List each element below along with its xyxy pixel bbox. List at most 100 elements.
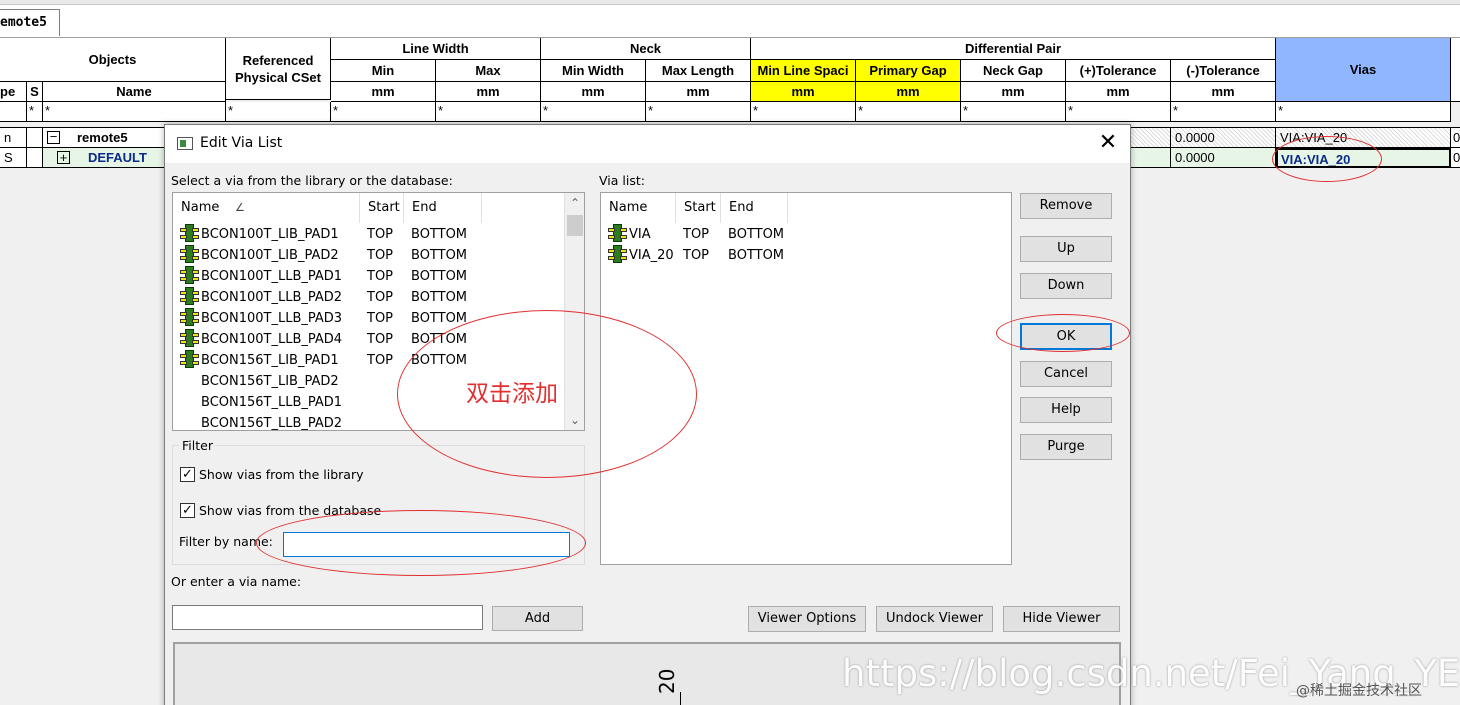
- via-name-input[interactable]: [172, 605, 483, 630]
- header-neck-gap: Neck Gap: [961, 60, 1066, 82]
- filter-min-line-spacing[interactable]: *: [751, 102, 856, 122]
- viewer-options-button[interactable]: Viewer Options: [748, 606, 866, 632]
- via-start: TOP: [683, 248, 710, 263]
- via-start: TOP: [367, 290, 394, 305]
- via-start: TOP: [367, 332, 394, 347]
- filter-vias[interactable]: *: [1276, 102, 1451, 122]
- via-end: BOTTOM: [411, 290, 468, 305]
- or-enter-label: Or enter a via name:: [171, 574, 302, 589]
- via-start: TOP: [367, 353, 394, 368]
- via-end: BOTTOM: [411, 269, 468, 284]
- filter-s[interactable]: *: [27, 102, 43, 122]
- down-button[interactable]: Down: [1020, 273, 1112, 299]
- close-icon[interactable]: ✕: [1095, 131, 1121, 157]
- lib-header-end[interactable]: End: [404, 193, 482, 223]
- via-end: BOTTOM: [728, 227, 785, 242]
- via-rows: VIA TOP BOTTOM VIA_20 TOP BOTTOM: [601, 224, 1011, 284]
- row-minus-tolerance[interactable]: 0.0000: [1171, 148, 1276, 168]
- row-next: 0: [1451, 148, 1460, 168]
- via-start: TOP: [367, 311, 394, 326]
- add-button[interactable]: Add: [492, 606, 583, 631]
- remove-button[interactable]: Remove: [1020, 193, 1112, 219]
- filter-referenced[interactable]: *: [226, 102, 331, 122]
- via-pad-icon: [180, 266, 199, 284]
- via-pad-icon: [608, 245, 627, 263]
- scroll-thumb[interactable]: [567, 215, 583, 236]
- hide-viewer-button[interactable]: Hide Viewer: [1003, 606, 1120, 632]
- select-via-label: Select a via from the library or the dat…: [171, 173, 453, 188]
- via-name: BCON100T_LLB_PAD1: [201, 269, 343, 284]
- via-name: BCON100T_LIB_PAD2: [201, 248, 339, 263]
- list-item[interactable]: BCON100T_LLB_PAD2 TOP BOTTOM: [173, 287, 565, 308]
- via-header-start[interactable]: Start: [676, 193, 721, 223]
- unit-plus-tolerance: mm: [1066, 82, 1171, 102]
- filter-min[interactable]: *: [331, 102, 436, 122]
- list-item[interactable]: VIA_20 TOP BOTTOM: [601, 245, 1011, 266]
- row-name-text: remote5: [77, 130, 128, 145]
- unit-min-width: mm: [541, 82, 646, 102]
- expand-icon[interactable]: +: [57, 151, 70, 164]
- unit-primary-gap: mm: [856, 82, 961, 102]
- via-name: VIA_20: [629, 248, 674, 263]
- lib-header-start[interactable]: Start: [360, 193, 404, 223]
- filter-minus-tolerance[interactable]: *: [1171, 102, 1276, 122]
- list-item[interactable]: BCON100T_LIB_PAD1 TOP BOTTOM: [173, 224, 565, 245]
- row-s[interactable]: [27, 128, 43, 148]
- via-end: BOTTOM: [411, 227, 468, 242]
- dialog-title: Edit Via List: [200, 135, 283, 151]
- filter-primary-gap[interactable]: *: [856, 102, 961, 122]
- header-type: pe: [0, 82, 27, 102]
- filter-type[interactable]: [0, 102, 27, 122]
- up-button[interactable]: Up: [1020, 236, 1112, 262]
- undock-viewer-button[interactable]: Undock Viewer: [876, 606, 993, 632]
- help-button[interactable]: Help: [1020, 397, 1112, 423]
- list-item[interactable]: BCON100T_LLB_PAD1 TOP BOTTOM: [173, 266, 565, 287]
- via-start: TOP: [367, 248, 394, 263]
- header-max-length: Max Length: [646, 60, 751, 82]
- via-end: BOTTOM: [728, 248, 785, 263]
- top-strip: [0, 0, 1460, 5]
- row-s[interactable]: [27, 148, 43, 168]
- cancel-button[interactable]: Cancel: [1020, 361, 1112, 387]
- list-item[interactable]: VIA TOP BOTTOM: [601, 224, 1011, 245]
- filter-max[interactable]: *: [436, 102, 541, 122]
- filter-min-width[interactable]: *: [541, 102, 646, 122]
- lib-header-name[interactable]: Name ∠: [173, 193, 360, 223]
- via-pad-icon: [180, 245, 199, 263]
- collapse-icon[interactable]: −: [47, 130, 60, 144]
- show-database-checkbox[interactable]: ✓: [180, 503, 195, 518]
- row-minus-tolerance[interactable]: 0.0000: [1171, 128, 1276, 148]
- header-min-width: Min Width: [541, 60, 646, 82]
- filter-plus-tolerance[interactable]: *: [1066, 102, 1171, 122]
- via-start: TOP: [367, 269, 394, 284]
- via-pad-icon: [180, 308, 199, 326]
- show-library-label: Show vias from the library: [199, 467, 364, 482]
- row-next: 0: [1451, 128, 1460, 148]
- sort-icon: ∠: [235, 201, 245, 214]
- header-line-width: Line Width: [331, 38, 541, 60]
- via-header-end[interactable]: End: [721, 193, 788, 223]
- list-item[interactable]: BCON100T_LIB_PAD2 TOP BOTTOM: [173, 245, 565, 266]
- show-library-checkbox[interactable]: ✓: [180, 467, 195, 482]
- header-vias[interactable]: Vias: [1276, 38, 1451, 102]
- header-s: S: [27, 82, 43, 102]
- via-name: BCON100T_LLB_PAD2: [201, 290, 343, 305]
- unit-minus-tolerance: mm: [1171, 82, 1276, 102]
- via-name: BCON156T_LLB_PAD2: [201, 416, 343, 431]
- via-header-name[interactable]: Name: [601, 193, 676, 223]
- watermark-site: @稀土掘金技术社区: [1296, 683, 1422, 699]
- via-pad-icon: [180, 329, 199, 347]
- annotation-circle-filter: [256, 510, 586, 576]
- via-name: BCON100T_LIB_PAD1: [201, 227, 339, 242]
- filter-neck-gap[interactable]: *: [961, 102, 1066, 122]
- header-minus-tolerance: (-)Tolerance: [1171, 60, 1276, 82]
- unit-max: mm: [436, 82, 541, 102]
- filter-name[interactable]: *: [43, 102, 226, 122]
- tab-remote5[interactable]: emote5: [0, 9, 60, 36]
- header-min-line-spacing: Min Line Spaci: [751, 60, 856, 82]
- purge-button[interactable]: Purge: [1020, 434, 1112, 460]
- dialog-titlebar[interactable]: Edit Via List ✕: [165, 125, 1130, 163]
- filter-max-length[interactable]: *: [646, 102, 751, 122]
- scroll-up-icon[interactable]: ⌃: [565, 193, 584, 213]
- header-plus-tolerance: (+)Tolerance: [1066, 60, 1171, 82]
